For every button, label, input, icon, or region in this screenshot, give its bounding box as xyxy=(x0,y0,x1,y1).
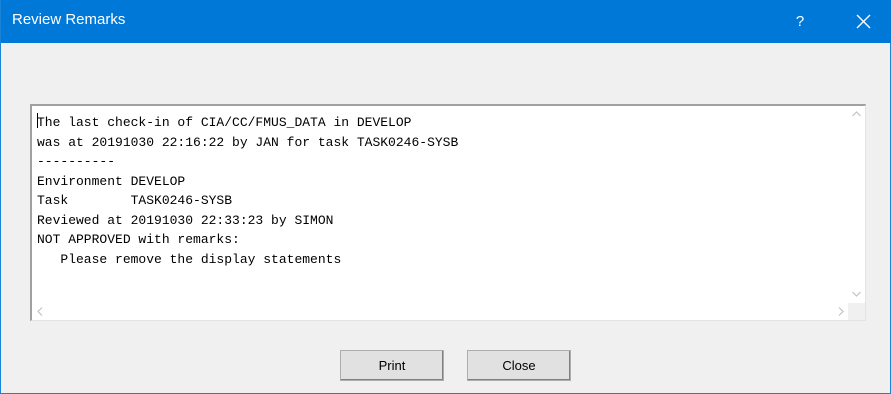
close-window-button[interactable] xyxy=(836,0,891,43)
window-title: Review Remarks xyxy=(12,11,126,28)
close-icon xyxy=(856,14,871,29)
remarks-line: Task TASK0246-SYSB xyxy=(37,193,233,208)
close-button[interactable]: Close xyxy=(467,350,571,381)
scroll-up-icon xyxy=(852,111,861,117)
scroll-up-button[interactable] xyxy=(848,106,865,123)
remarks-text[interactable]: The last check-in of CIA/CC/FMUS_DATA in… xyxy=(37,113,847,293)
scroll-down-icon xyxy=(852,291,861,297)
remarks-line: Please remove the display statements xyxy=(37,251,342,267)
horizontal-scrollbar[interactable] xyxy=(32,303,849,320)
review-remarks-dialog: Review Remarks ? The last check-in of CI… xyxy=(0,0,891,394)
remarks-line: ---------- xyxy=(37,154,116,169)
remarks-line: NOT APPROVED with remarks: xyxy=(37,232,240,247)
scroll-right-button[interactable] xyxy=(832,303,849,320)
remarks-line: was at 20191030 22:16:22 by JAN for task… xyxy=(37,134,459,150)
help-button[interactable]: ? xyxy=(772,0,828,43)
scrollbar-corner xyxy=(848,303,865,320)
remarks-line: Environment DEVELOP xyxy=(37,173,186,189)
scroll-right-icon xyxy=(838,307,844,316)
scroll-left-button[interactable] xyxy=(32,303,49,320)
print-button[interactable]: Print xyxy=(340,350,444,381)
scroll-left-icon xyxy=(37,307,43,316)
vertical-scrollbar[interactable] xyxy=(848,106,865,303)
remarks-textbox[interactable]: The last check-in of CIA/CC/FMUS_DATA in… xyxy=(30,104,866,321)
remarks-line: The last check-in of CIA/CC/FMUS_DATA in… xyxy=(37,115,412,130)
remarks-line: Reviewed at 20191030 22:33:23 by SIMON xyxy=(37,212,334,228)
title-bar[interactable]: Review Remarks ? xyxy=(1,0,891,43)
scroll-down-button[interactable] xyxy=(848,286,865,303)
